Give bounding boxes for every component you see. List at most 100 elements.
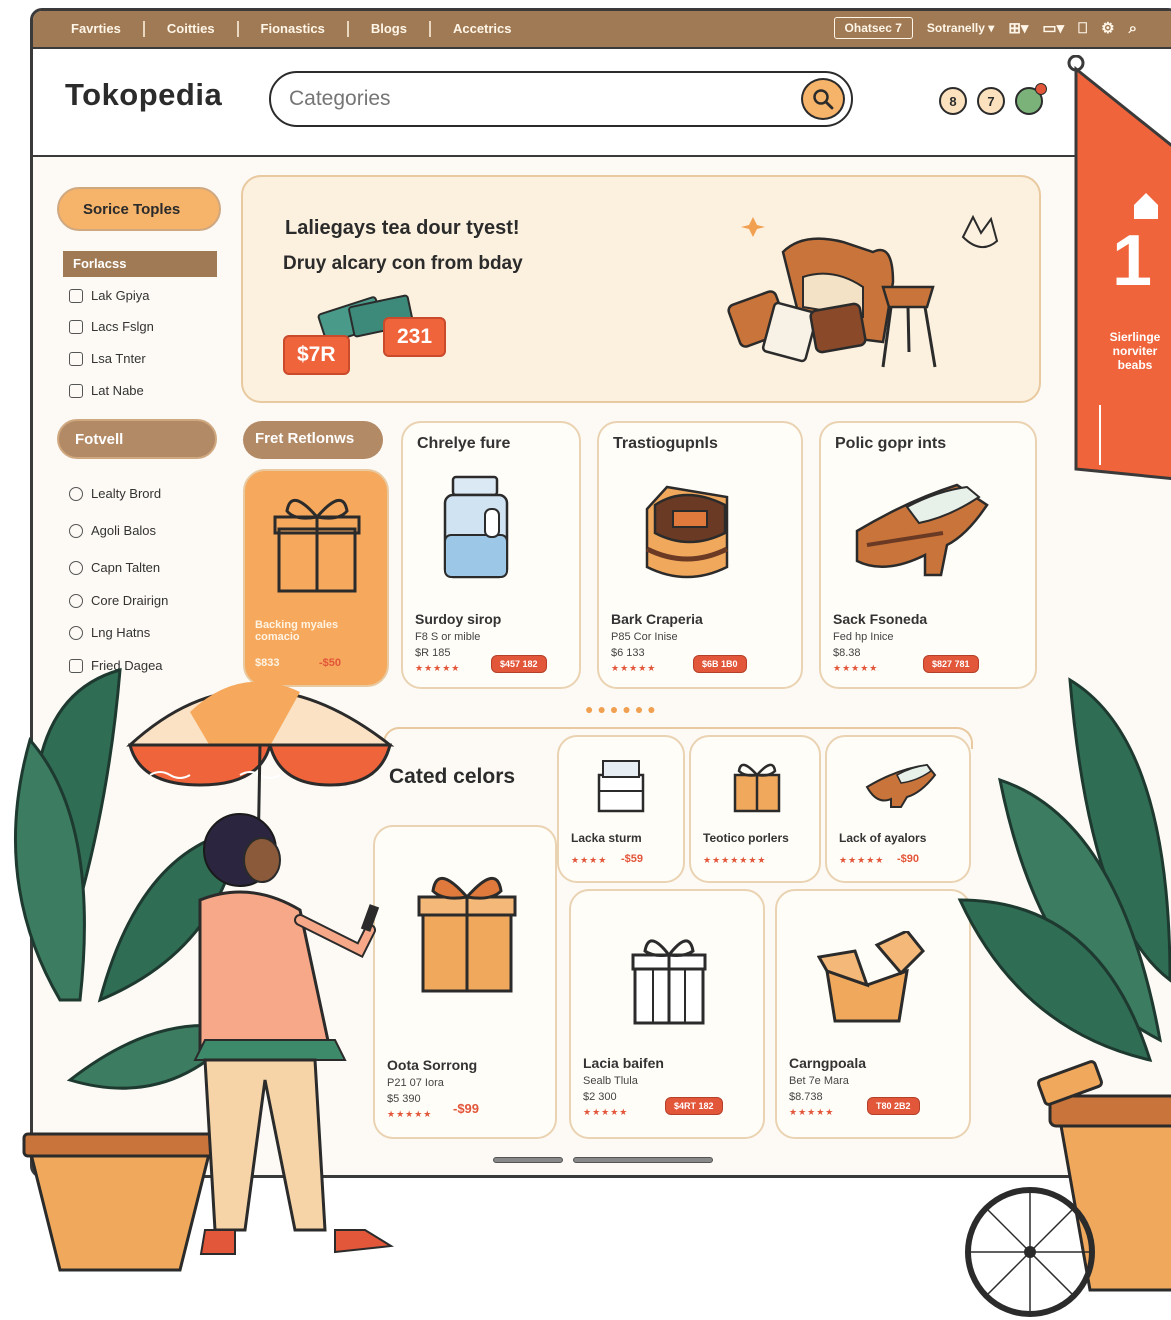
bottom-card-2[interactable]: Lacia baifen Sealb Tlula $2 300 ★★★★★ $4… — [569, 889, 765, 1139]
flag-text-1: Sierlinge — [1109, 330, 1161, 344]
user-icon[interactable]: 8 — [939, 87, 967, 115]
bag-icon — [645, 485, 729, 579]
nav-item-favrties[interactable]: Favrties — [71, 21, 143, 37]
product-sub: Sealb Tlula — [583, 1075, 638, 1087]
nav-item-blogs[interactable]: Blogs — [346, 21, 429, 37]
sidebar-item-5[interactable]: Lealty Brord — [69, 486, 161, 501]
buy-button[interactable]: $6B 1B0 — [693, 655, 747, 673]
featured-pill[interactable]: Fret Retlonws — [243, 421, 383, 459]
product-name: Carngpoala — [789, 1055, 867, 1071]
topbar-pill-button[interactable]: Ohatsec 7 — [833, 17, 913, 39]
bottom-card-1[interactable]: Oota Sorrong P21 07 Iora $5 390 ★★★★★ -$… — [373, 825, 557, 1139]
search-icon[interactable]: ⌕ — [1129, 20, 1137, 37]
sidebar-item-label: Lealty Brord — [91, 486, 162, 501]
product-discount: -$90 — [897, 853, 920, 865]
shoe-icon — [865, 763, 937, 808]
heart-icon — [69, 560, 83, 575]
product-price: $5 390 — [387, 1093, 421, 1105]
settings-icon[interactable]: ⚙ — [1101, 19, 1114, 37]
product-name: Lacia baifen — [583, 1055, 664, 1071]
card-title: Polic gopr ints — [835, 435, 947, 452]
shoe-icon — [855, 483, 989, 577]
top-nav-bar: Favrties Coitties Fionastics Blogs Accet… — [33, 11, 1171, 49]
carousel-dots[interactable]: ●●●●●● — [585, 701, 660, 717]
globe-icon[interactable] — [1015, 83, 1047, 115]
sidebar-item-1[interactable]: Lak Gpiya — [69, 288, 150, 303]
scroll-handle-right[interactable] — [573, 1157, 713, 1163]
product-discount: -$99 — [453, 1101, 480, 1116]
sidebar-item-9[interactable]: Lng Hatns — [69, 625, 150, 640]
banner-title: Laliegays tea dour tyest! — [285, 217, 520, 239]
help-icon[interactable]: 7 — [977, 87, 1005, 115]
small-card-1[interactable]: Lacka sturm ★★★★ -$59 — [557, 735, 685, 883]
rating-stars-icon: ★★★★★ — [415, 663, 461, 673]
product-price: $R 185 — [415, 647, 451, 659]
grid-icon[interactable]: ⊞▾ — [1008, 19, 1028, 37]
sidebar-item-6[interactable]: Agoli Balos — [69, 523, 156, 538]
product-price: $8.38 — [833, 647, 861, 659]
sidebar-item-7[interactable]: Capn Talten — [69, 560, 160, 575]
nav-item-coitties[interactable]: Coitties — [142, 21, 237, 37]
product-sub: Fed hp Inice — [833, 631, 894, 643]
rating-stars-icon: ★★★★★ — [583, 1107, 629, 1117]
sidebar-item-label: Lat Nabe — [91, 383, 144, 398]
banner-subtitle: Druy alcary con from bday — [283, 253, 523, 274]
sidebar-item-label: Capn Talten — [91, 560, 161, 575]
bottom-card-3[interactable]: Carngpoala Bet 7e Mara $8.738 ★★★★★ T80 … — [775, 889, 971, 1139]
product-name: Sack Fsoneda — [833, 611, 928, 627]
logo-text: Tokopedia — [65, 77, 223, 112]
sidebar-item-4[interactable]: Lat Nabe — [69, 383, 144, 398]
gift-icon — [417, 877, 517, 993]
sidebar-item-label: Core Drairign — [91, 593, 169, 608]
sidebar-item-2[interactable]: Lacs Fslgn — [69, 319, 154, 334]
bag-icon[interactable]: ⎕ — [1078, 20, 1087, 37]
buy-button[interactable]: $457 182 — [491, 655, 547, 673]
search-button[interactable] — [801, 78, 845, 120]
tag-icon — [69, 486, 83, 501]
scroll-handle-left[interactable] — [493, 1157, 563, 1163]
open-box-icon — [817, 931, 926, 1023]
screen-icon[interactable]: ▭▾ — [1042, 19, 1064, 37]
topbar-dropdown[interactable]: Sotranelly ▾ — [927, 21, 994, 35]
product-card-2[interactable]: Trastiogupnls Bark Craperia P85 Cor Inis… — [597, 421, 803, 689]
sidebar-item-3[interactable]: Lsa Tnter — [69, 351, 146, 366]
sidebar-section-bar: Forlacss — [63, 251, 217, 277]
card-title: Chrelye fure — [417, 435, 511, 452]
user-icon-label: 8 — [949, 93, 957, 109]
small-card-3[interactable]: Lack of ayalors ★★★★★ -$90 — [825, 735, 971, 883]
edit-icon — [69, 383, 83, 398]
product-name: Teotico porlers — [703, 831, 789, 845]
search-bar — [269, 71, 853, 127]
circle-icon — [69, 625, 83, 640]
product-price: $2 300 — [583, 1091, 617, 1103]
promo-banner[interactable]: Laliegays tea dour tyest! Druy alcary co… — [241, 175, 1041, 403]
featured-card[interactable]: Backing myales comacio $833 -$50 — [243, 469, 389, 687]
nav-item-fionastics[interactable]: Fionastics — [236, 21, 347, 37]
buy-button[interactable]: T80 2B2 — [867, 1097, 920, 1115]
gift-outline-icon — [631, 939, 707, 1025]
site-header: Tokopedia 8 7 — [33, 49, 1171, 157]
nav-item-accetrics[interactable]: Accetrics — [428, 21, 534, 37]
buy-button[interactable]: $4RT 182 — [665, 1097, 723, 1115]
flag-text: Sierlinge norviter beabs — [1100, 330, 1170, 372]
tokopedia-logo[interactable]: Tokopedia — [65, 77, 222, 113]
buy-button[interactable]: $827 781 — [923, 655, 979, 673]
sidebar-top-pill[interactable]: Sorice Toples — [57, 187, 221, 231]
sidebar-item-10[interactable]: Fried Dagea — [69, 658, 163, 673]
sidebar-item-label: Fried Dagea — [91, 658, 163, 673]
rating-stars-icon: ★★★★ — [571, 855, 608, 865]
product-sub: Bet 7e Mara — [789, 1075, 849, 1087]
bicycle-wheel-illustration — [965, 1187, 1095, 1317]
small-card-2[interactable]: Teotico porlers ★★★★★★★ — [689, 735, 821, 883]
product-card-3[interactable]: Polic gopr ints Sack Fsoneda Fed hp Inic… — [819, 421, 1037, 689]
product-price: $6 133 — [611, 647, 645, 659]
product-sub: F8 S or mible — [415, 631, 481, 643]
product-card-1[interactable]: Chrelye fure Surdoy sirop F8 S or mible … — [401, 421, 581, 689]
search-input[interactable] — [289, 86, 769, 112]
product-price: $8.738 — [789, 1091, 823, 1103]
price-tag-2: 231 — [383, 317, 447, 357]
featured-text: Backing myales comacio — [255, 619, 339, 643]
sidebar-mid-pill[interactable]: Fotvell — [57, 419, 217, 459]
jar-icon — [443, 475, 509, 579]
sidebar-item-8[interactable]: Core Drairign — [69, 593, 168, 608]
